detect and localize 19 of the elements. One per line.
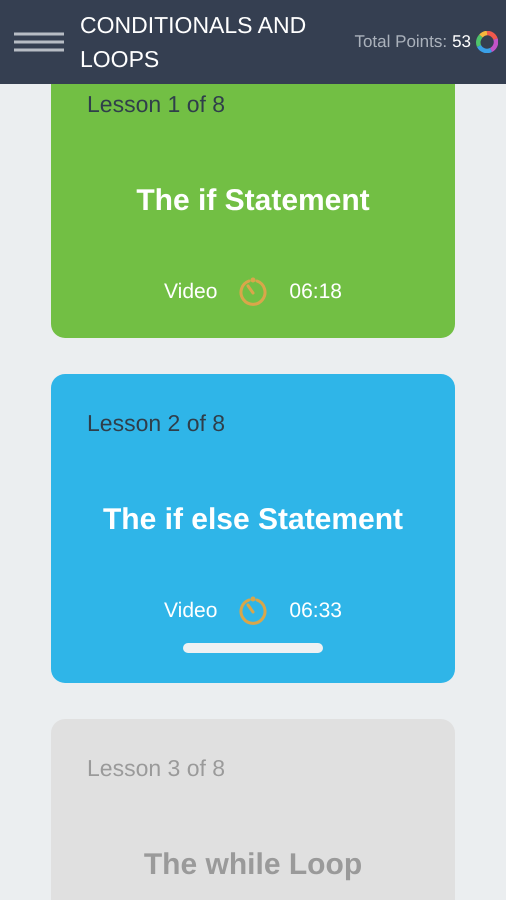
stopwatch-icon [237, 276, 270, 308]
lesson-title: The if Statement [136, 183, 370, 219]
lesson-number: Lesson 1 of 8 [87, 91, 226, 118]
lesson-card[interactable]: Lesson 2 of 8 The if else Statement Video 06:33 [51, 374, 455, 683]
points-label: Total Points: [354, 32, 448, 52]
menu-icon[interactable] [14, 31, 64, 53]
lesson-number: Lesson 3 of 8 [87, 755, 226, 782]
lesson-card[interactable]: Lesson 1 of 8 The if Statement Video 06:18 [51, 84, 455, 338]
lesson-title: The while Loop [144, 847, 362, 883]
lesson-duration: 06:33 [289, 599, 342, 623]
lesson-number: Lesson 2 of 8 [87, 410, 226, 437]
media-type: Video [164, 280, 218, 304]
lesson-title: The if else Statement [102, 502, 404, 538]
stopwatch-icon [237, 595, 270, 627]
points-value: 53 [452, 32, 471, 52]
lesson-duration: 06:18 [289, 280, 342, 304]
media-type: Video [164, 599, 218, 623]
ring-logo-icon [476, 31, 498, 53]
screen-title: CONDITIONALS AND LOOPS [80, 11, 308, 74]
